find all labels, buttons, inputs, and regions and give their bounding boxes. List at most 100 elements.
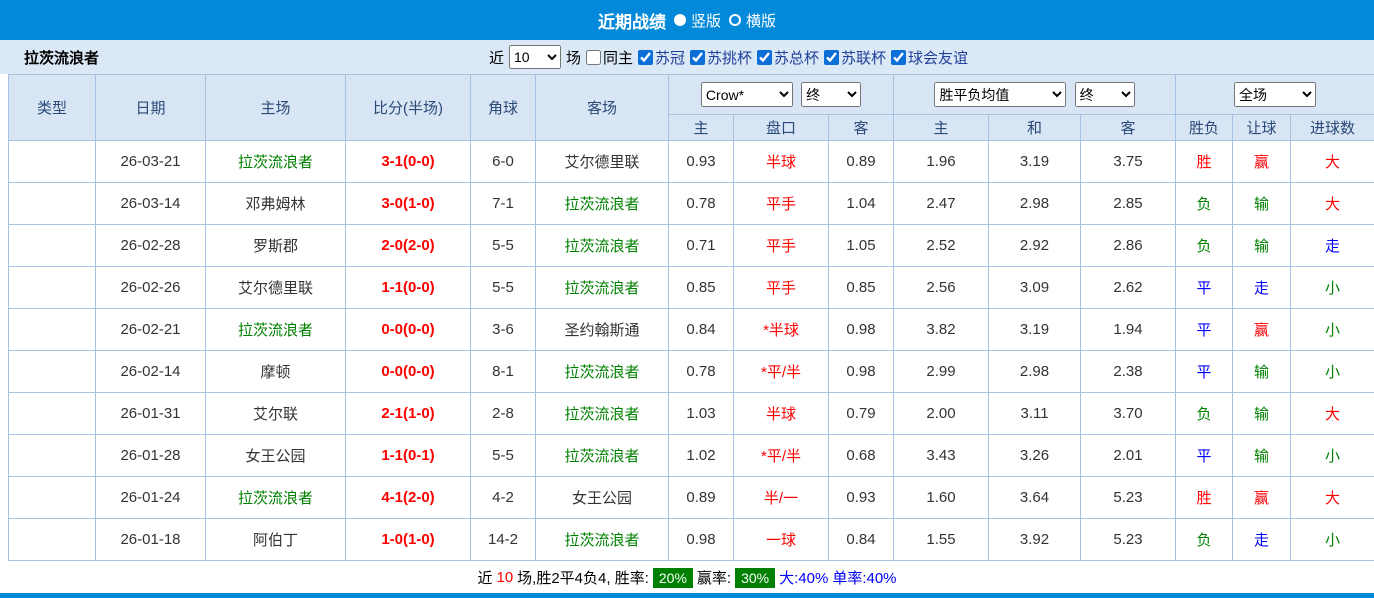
radio-selected-icon[interactable] bbox=[674, 14, 686, 26]
asian-away-odds-cell: 1.04 bbox=[829, 183, 894, 225]
vertical-layout-radio[interactable]: 竖版 bbox=[674, 10, 721, 31]
euro-stage-select[interactable]: 终 bbox=[1075, 82, 1135, 107]
euro-odds-controls: 胜平负均值 终 bbox=[894, 75, 1176, 115]
euro-home-odds-cell: 2.47 bbox=[894, 183, 989, 225]
handicap-cell: 一球 bbox=[734, 519, 829, 561]
score-cell: 0-0(0-0) bbox=[346, 309, 471, 351]
euro-home-odds-cell: 3.43 bbox=[894, 435, 989, 477]
match-type-cell: 苏总杯 bbox=[9, 519, 96, 561]
euro-away-odds-cell: 2.85 bbox=[1081, 183, 1176, 225]
asian-away-odds-cell: 0.85 bbox=[829, 267, 894, 309]
league-checkbox-su-guan[interactable]: 苏冠 bbox=[638, 47, 685, 68]
handicap-cell: *平/半 bbox=[734, 351, 829, 393]
summary-count: 10 bbox=[496, 569, 513, 586]
su-zong-bei-checkbox[interactable] bbox=[757, 50, 772, 65]
result-cell: 小 bbox=[1291, 351, 1374, 393]
match-type-cell: 苏冠 bbox=[9, 225, 96, 267]
win-rate-badge: 20% bbox=[653, 568, 693, 588]
home-team-cell: 拉茨流浪者 bbox=[206, 309, 346, 351]
result-cell: 输 bbox=[1233, 225, 1291, 267]
league-checkbox-su-zong-bei[interactable]: 苏总杯 bbox=[757, 47, 819, 68]
match-type-cell: 苏冠 bbox=[9, 183, 96, 225]
asian-home-odds-cell: 1.02 bbox=[669, 435, 734, 477]
score-cell: 2-0(2-0) bbox=[346, 225, 471, 267]
euro-draw-odds-cell: 2.98 bbox=[989, 351, 1081, 393]
su-guan-checkbox[interactable] bbox=[638, 50, 653, 65]
euro-away-odds-cell: 5.23 bbox=[1081, 519, 1176, 561]
col-header-euro-home: 主 bbox=[894, 115, 989, 141]
result-cell: 负 bbox=[1176, 225, 1233, 267]
result-cell: 平 bbox=[1176, 351, 1233, 393]
euro-home-odds-cell: 1.60 bbox=[894, 477, 989, 519]
single-rate: 单率:40% bbox=[832, 567, 896, 588]
table-row: 苏总杯 26-01-18 阿伯丁 1-0(1-0) 14-2 拉茨流浪者 0.9… bbox=[9, 519, 1374, 561]
asian-home-odds-cell: 0.85 bbox=[669, 267, 734, 309]
match-type-cell: 苏冠 bbox=[9, 309, 96, 351]
su-tiao-bei-checkbox[interactable] bbox=[690, 50, 705, 65]
odds-rate-label: 赢率: bbox=[697, 567, 731, 588]
home-team-cell: 艾尔德里联 bbox=[206, 267, 346, 309]
asian-home-odds-cell: 0.71 bbox=[669, 225, 734, 267]
date-cell: 26-03-14 bbox=[96, 183, 206, 225]
euro-company-select[interactable]: 胜平负均值 bbox=[934, 82, 1066, 107]
euro-home-odds-cell: 2.52 bbox=[894, 225, 989, 267]
league-checkbox-friendly[interactable]: 球会友谊 bbox=[891, 47, 968, 68]
match-type-cell: 苏挑杯 bbox=[9, 267, 96, 309]
asian-home-odds-cell: 0.93 bbox=[669, 141, 734, 183]
home-team-cell: 女王公园 bbox=[206, 435, 346, 477]
date-cell: 26-01-24 bbox=[96, 477, 206, 519]
friendly-checkbox[interactable] bbox=[891, 50, 906, 65]
asian-away-odds-cell: 0.84 bbox=[829, 519, 894, 561]
handicap-cell: 平手 bbox=[734, 225, 829, 267]
corner-cell: 5-5 bbox=[471, 267, 536, 309]
asian-stage-select[interactable]: 终 bbox=[801, 82, 861, 107]
corner-cell: 5-5 bbox=[471, 435, 536, 477]
asian-home-odds-cell: 0.78 bbox=[669, 183, 734, 225]
euro-draw-odds-cell: 3.11 bbox=[989, 393, 1081, 435]
asian-home-odds-cell: 0.78 bbox=[669, 351, 734, 393]
bottom-accent-bar bbox=[0, 593, 1374, 598]
score-cell: 3-0(1-0) bbox=[346, 183, 471, 225]
corner-cell: 3-6 bbox=[471, 309, 536, 351]
euro-draw-odds-cell: 3.19 bbox=[989, 141, 1081, 183]
su-tiao-bei-label: 苏挑杯 bbox=[707, 47, 752, 68]
result-cell: 小 bbox=[1291, 519, 1374, 561]
result-cell: 大 bbox=[1291, 141, 1374, 183]
team-name: 拉茨流浪者 bbox=[24, 47, 99, 68]
euro-away-odds-cell: 5.23 bbox=[1081, 477, 1176, 519]
top-bar: 近期战绩 竖版 横版 bbox=[0, 0, 1374, 40]
asian-away-odds-cell: 0.93 bbox=[829, 477, 894, 519]
same-home-checkbox-label[interactable]: 同主 bbox=[586, 47, 633, 68]
euro-home-odds-cell: 2.00 bbox=[894, 393, 989, 435]
euro-away-odds-cell: 2.62 bbox=[1081, 267, 1176, 309]
filter-bar: 拉茨流浪者 近 10 场 同主 苏冠 苏挑杯 苏总杯 bbox=[0, 40, 1374, 74]
score-cell: 0-0(0-0) bbox=[346, 351, 471, 393]
asian-odds-controls: Crow* 终 bbox=[669, 75, 894, 115]
horizontal-layout-radio[interactable]: 横版 bbox=[729, 10, 776, 31]
same-home-label: 同主 bbox=[603, 47, 633, 68]
radio-unselected-icon[interactable] bbox=[729, 14, 741, 26]
vertical-layout-label: 竖版 bbox=[691, 10, 721, 31]
away-team-cell: 拉茨流浪者 bbox=[536, 393, 669, 435]
scope-select[interactable]: 全场 bbox=[1234, 82, 1316, 107]
date-cell: 26-01-31 bbox=[96, 393, 206, 435]
result-cell: 小 bbox=[1291, 435, 1374, 477]
su-lian-bei-checkbox[interactable] bbox=[824, 50, 839, 65]
league-checkbox-su-tiao-bei[interactable]: 苏挑杯 bbox=[690, 47, 752, 68]
handicap-cell: 半球 bbox=[734, 393, 829, 435]
recent-results-page: 近期战绩 竖版 横版 拉茨流浪者 近 10 场 同主 苏冠 bbox=[0, 0, 1374, 598]
near-label: 近 bbox=[489, 47, 504, 68]
asian-company-select[interactable]: Crow* bbox=[701, 82, 793, 107]
euro-away-odds-cell: 3.75 bbox=[1081, 141, 1176, 183]
result-cell: 输 bbox=[1233, 435, 1291, 477]
match-count-select[interactable]: 10 bbox=[509, 45, 561, 69]
score-cell: 1-0(1-0) bbox=[346, 519, 471, 561]
same-home-checkbox[interactable] bbox=[586, 50, 601, 65]
league-checkbox-su-lian-bei[interactable]: 苏联杯 bbox=[824, 47, 886, 68]
score-cell: 1-1(0-1) bbox=[346, 435, 471, 477]
score-cell: 4-1(2-0) bbox=[346, 477, 471, 519]
col-header-corner: 角球 bbox=[471, 75, 536, 141]
home-team-cell: 拉茨流浪者 bbox=[206, 477, 346, 519]
away-team-cell: 圣约翰斯通 bbox=[536, 309, 669, 351]
scope-controls: 全场 bbox=[1176, 75, 1374, 115]
